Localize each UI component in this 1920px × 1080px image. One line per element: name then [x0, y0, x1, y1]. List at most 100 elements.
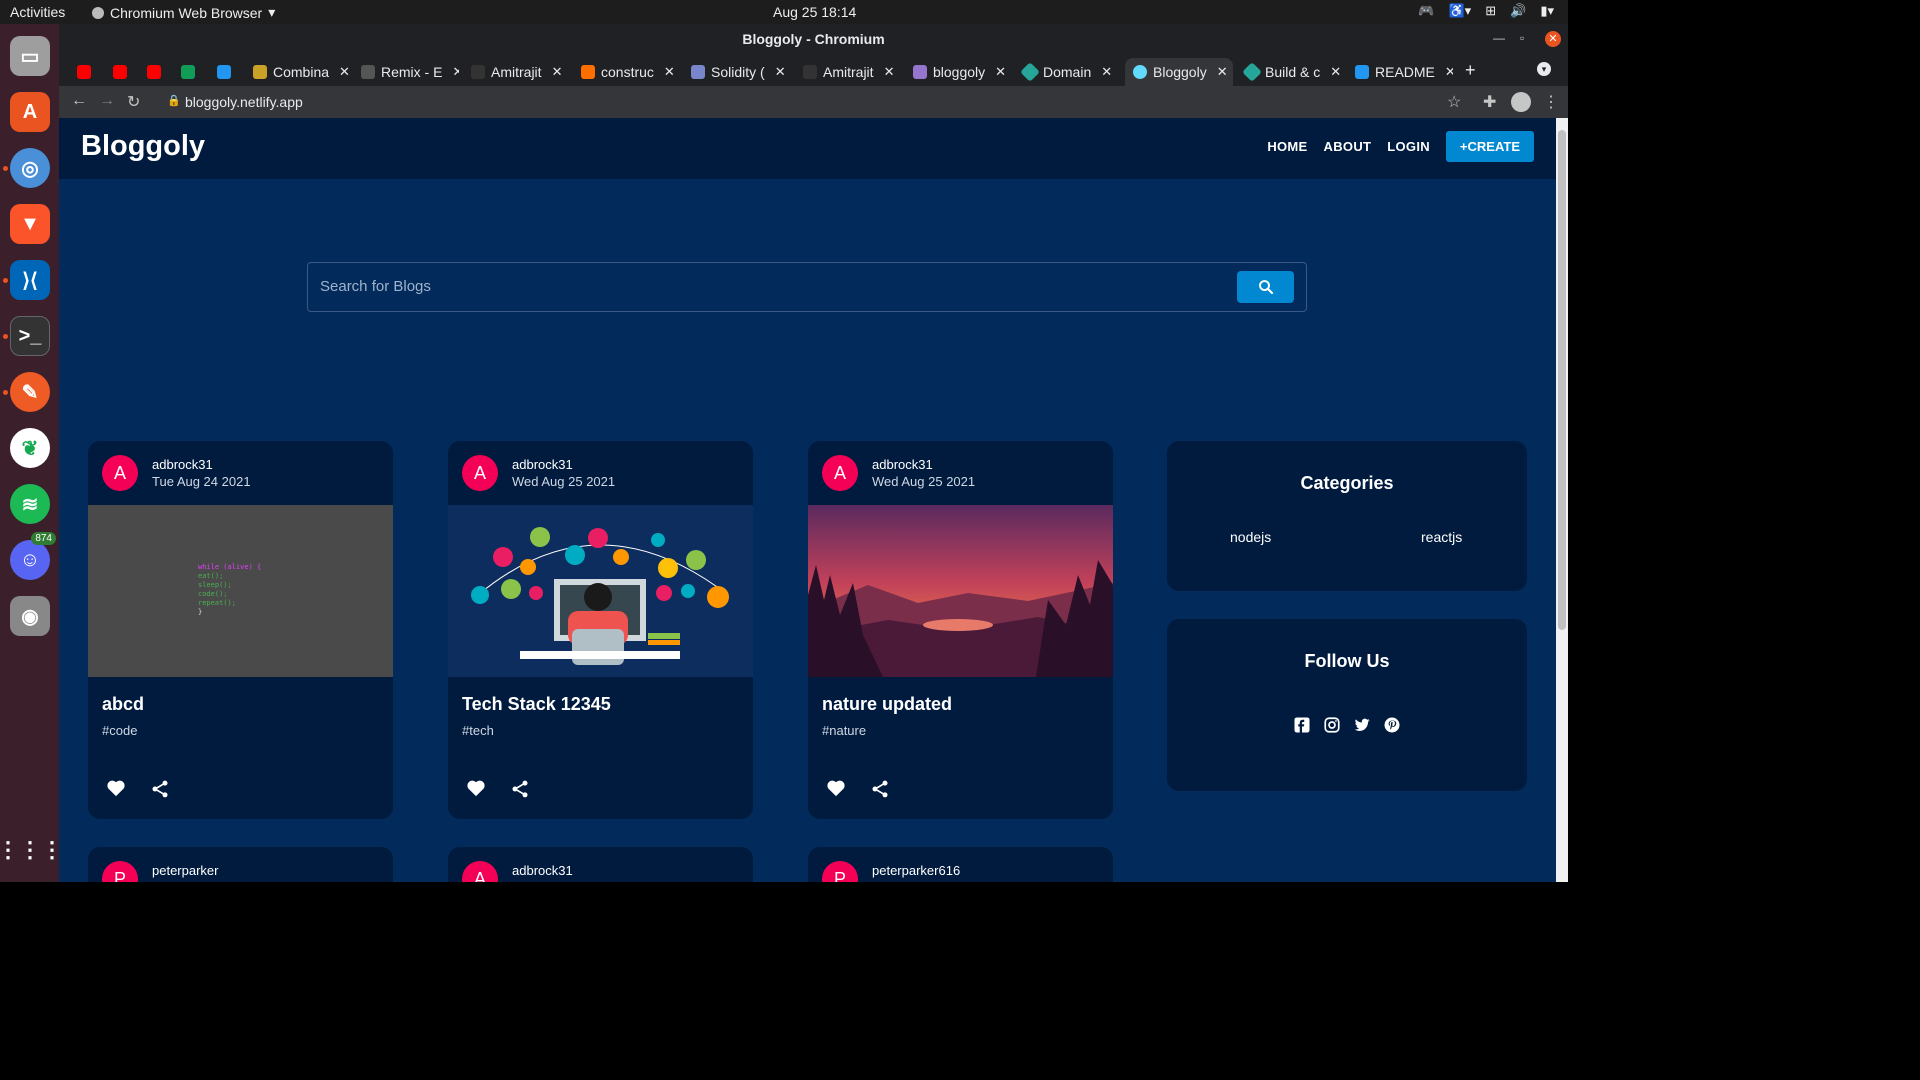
chromium-dock-icon[interactable]: ◎ [10, 148, 50, 188]
files-icon[interactable]: ▭ [10, 36, 50, 76]
search-input[interactable]: Search for Blogs [320, 278, 431, 295]
post-image[interactable] [448, 505, 753, 677]
tab-close-icon[interactable]: ✕ [664, 64, 675, 80]
network-icon[interactable]: ⊞ [1485, 3, 1496, 19]
post-card[interactable]: A adbrock31 [448, 847, 753, 882]
post-image[interactable]: while (alive) { eat(); sleep(); code(); … [88, 505, 393, 677]
forward-icon[interactable]: → [99, 92, 115, 110]
tab-close-icon[interactable]: ✕ [1445, 64, 1453, 80]
bookmark-star-icon[interactable]: ☆ [1447, 92, 1461, 112]
search-icon [1258, 280, 1273, 295]
category-link-reactjs[interactable]: reactjs [1421, 529, 1462, 545]
reload-icon[interactable]: ↻ [127, 92, 140, 112]
tab[interactable] [209, 58, 243, 86]
terminal-icon[interactable]: >_ [10, 316, 50, 356]
tab[interactable] [139, 58, 173, 86]
post-card[interactable]: P peterparker616 [808, 847, 1113, 882]
post-card[interactable]: A adbrock31 Tue Aug 24 2021 while (alive… [88, 441, 393, 819]
battery-icon[interactable]: ▮▾ [1540, 3, 1554, 19]
accessibility-icon[interactable]: ♿▾ [1449, 3, 1472, 19]
minimize-icon[interactable]: — [1493, 31, 1505, 45]
tab[interactable] [173, 58, 207, 86]
twitter-icon[interactable] [1353, 716, 1371, 734]
scrollbar-thumb[interactable] [1558, 130, 1566, 630]
share-icon[interactable] [510, 779, 530, 799]
menu-kebab-icon[interactable]: ⋮ [1543, 92, 1559, 112]
create-button[interactable]: +CREATE [1445, 131, 1534, 162]
react-icon [1133, 65, 1147, 79]
tab[interactable]: Domain ✕ [1015, 58, 1121, 86]
tab[interactable]: README ✕ [1347, 58, 1453, 86]
heart-icon[interactable] [826, 779, 846, 797]
tab-close-icon[interactable]: ✕ [995, 64, 1006, 80]
category-link-nodejs[interactable]: nodejs [1230, 529, 1271, 545]
share-icon[interactable] [870, 779, 890, 799]
vscode-tab-icon [1355, 65, 1369, 79]
share-icon[interactable] [150, 779, 170, 799]
address-bar[interactable]: bloggoly.netlify.app [185, 94, 303, 110]
discord-tray-icon[interactable]: 🎮 [1418, 3, 1434, 19]
post-image[interactable] [808, 505, 1113, 677]
tab[interactable]: Amitrajit ✕ [463, 58, 569, 86]
tab-close-icon[interactable]: ✕ [339, 64, 349, 80]
search-box[interactable]: Search for Blogs [307, 262, 1307, 312]
new-tab-icon[interactable]: + [1465, 60, 1476, 81]
post-card[interactable]: A adbrock31 Wed Aug 25 2021 Tech Stack 1… [448, 441, 753, 819]
maximize-icon[interactable]: ▫ [1520, 31, 1524, 45]
tab[interactable]: bloggoly ✕ [905, 58, 1011, 86]
tab-search-icon[interactable]: ▾ [1537, 62, 1551, 76]
tab-close-icon[interactable]: ✕ [1330, 64, 1341, 80]
tab[interactable]: construc ✕ [573, 58, 679, 86]
tab-close-icon[interactable]: ✕ [1217, 64, 1228, 80]
profile-avatar-icon[interactable] [1511, 92, 1531, 112]
nav-home-link[interactable]: HOME [1267, 139, 1307, 154]
close-window-icon[interactable]: ✕ [1545, 31, 1561, 47]
scrollbar[interactable] [1556, 118, 1568, 882]
app-menu[interactable]: Chromium Web Browser ▾ [92, 4, 275, 21]
discord-icon[interactable]: ☺ 874 [10, 532, 56, 580]
post-card[interactable]: P peterparker [88, 847, 393, 882]
post-title[interactable]: nature updated [822, 694, 952, 715]
pinterest-icon[interactable] [1383, 716, 1401, 734]
post-title[interactable]: abcd [102, 694, 144, 715]
tab[interactable]: Combina ✕ [245, 58, 349, 86]
search-button[interactable] [1237, 271, 1294, 303]
instagram-icon[interactable] [1323, 716, 1341, 734]
disk-icon[interactable]: ◉ [10, 596, 50, 636]
tab-close-icon[interactable]: ✕ [775, 64, 786, 80]
postman-icon[interactable]: ✎ [10, 372, 50, 412]
extensions-icon[interactable]: ✚ [1483, 92, 1496, 112]
post-title[interactable]: Tech Stack 12345 [462, 694, 611, 715]
lock-icon[interactable]: 🔒 [167, 94, 181, 107]
tab[interactable] [105, 58, 139, 86]
back-icon[interactable]: ← [71, 92, 87, 110]
site-logo[interactable]: Bloggoly [81, 130, 205, 163]
mongodb-compass-icon[interactable]: ❦ [10, 428, 50, 468]
spotify-icon[interactable]: ≋ [10, 484, 50, 524]
tab[interactable]: Remix - E ✕ [353, 58, 459, 86]
volume-icon[interactable]: 🔊 [1510, 3, 1526, 19]
tab-close-icon[interactable]: ✕ [884, 64, 895, 80]
tab[interactable]: Amitrajit ✕ [795, 58, 901, 86]
tab[interactable]: Solidity (✕ [683, 58, 791, 86]
heart-icon[interactable] [466, 779, 486, 797]
clock[interactable]: Aug 25 18:14 [773, 4, 856, 20]
tab-close-icon[interactable]: ✕ [552, 64, 563, 80]
tab-active[interactable]: Bloggoly ✕ [1125, 58, 1233, 86]
post-card[interactable]: A adbrock31 Wed Aug 25 2021 nature updat… [808, 441, 1113, 819]
system-tray[interactable]: 🎮 ♿▾ ⊞ 🔊 ▮▾ [1418, 3, 1554, 19]
facebook-icon[interactable] [1293, 716, 1311, 734]
heart-icon[interactable] [106, 779, 126, 797]
show-apps-icon[interactable]: ⋮⋮⋮ [0, 830, 63, 870]
activities-button[interactable]: Activities [10, 4, 65, 20]
vscode-icon[interactable]: ⟩⟨ [10, 260, 50, 300]
brave-icon[interactable]: ▼ [10, 204, 50, 244]
nav-login-link[interactable]: LOGIN [1387, 139, 1430, 154]
post-tag: #code [102, 723, 138, 738]
tab[interactable] [69, 58, 103, 86]
tab[interactable]: Build & c ✕ [1237, 58, 1343, 86]
tab-close-icon[interactable]: ✕ [1101, 64, 1112, 80]
nav-about-link[interactable]: ABOUT [1324, 139, 1372, 154]
software-center-icon[interactable]: A [10, 92, 50, 132]
tab-close-icon[interactable]: ✕ [452, 64, 459, 80]
